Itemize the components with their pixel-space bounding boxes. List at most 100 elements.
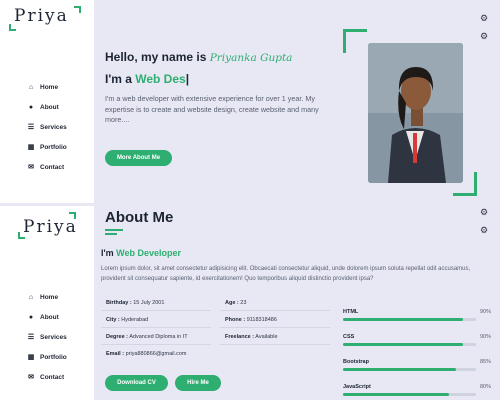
gear-icon[interactable]: ⚙ <box>480 31 488 42</box>
detail-value: 9118318486 <box>246 317 277 323</box>
portfolio-icon: ▦ <box>27 354 35 361</box>
typing-cursor: | <box>185 72 190 86</box>
skill-percent: 85% <box>479 359 491 365</box>
sidebar-home: Priya ⌂ Home ● About ☰ Services ▦ Portfolio … <box>0 0 94 206</box>
detail-label: City : <box>106 317 120 323</box>
sidebar-item-label: Home <box>40 83 59 91</box>
about-description: Lorem ipsum dolor, sit amet consectetur … <box>101 266 471 282</box>
logo-bracket-left <box>18 232 25 239</box>
detail-value: 23 <box>240 300 247 306</box>
sidebar-nav: ⌂ Home ● About ☰ Services ▦ Portfolio ✉ Conta… <box>27 77 67 177</box>
sidebar-item-label: Services <box>40 333 67 341</box>
detail-value: 15 July 2001 <box>133 300 165 306</box>
logo[interactable]: Priya <box>14 6 69 26</box>
sidebar-item-label: Contact <box>40 373 65 381</box>
skill-percent: 80% <box>479 384 491 390</box>
detail-label: Degree : <box>106 334 129 340</box>
sidebar-item-portfolio[interactable]: ▦ Portfolio <box>27 347 67 367</box>
hero-role: I'm a Web Des| <box>105 72 189 86</box>
skill-bootstrap: Bootstrap 85% <box>343 359 491 371</box>
typed-role: Web Des <box>135 72 186 86</box>
hero-name: Priyanka Gupta <box>209 52 293 64</box>
about-title: About Me <box>105 209 174 226</box>
sidebar-item-services[interactable]: ☰ Services <box>27 117 67 137</box>
skill-html: HTML 90% <box>343 309 491 321</box>
logo-bracket-right <box>74 6 81 13</box>
sidebar-about: Priya ⌂ Home ● About ☰ Services ▦ Portfolio … <box>0 206 94 400</box>
detail-label: Phone : <box>225 317 246 323</box>
sidebar-item-about[interactable]: ● About <box>27 307 67 327</box>
detail-label: Email : <box>106 351 125 357</box>
detail-label: Freelance : <box>225 334 255 340</box>
user-icon: ● <box>28 313 34 321</box>
about-role-text: Web Developer <box>116 248 182 258</box>
download-cv-button[interactable]: Download CV <box>105 375 168 391</box>
skill-css: CSS 90% <box>343 334 491 346</box>
skill-percent: 90% <box>479 309 491 315</box>
photo-frame-corner-top <box>343 29 367 53</box>
logo[interactable]: Priya <box>23 217 78 237</box>
sidebar-item-label: Services <box>40 123 67 131</box>
portfolio-icon: ▦ <box>27 144 35 151</box>
sidebar-item-about[interactable]: ● About <box>27 97 67 117</box>
detail-value: Available <box>255 334 278 340</box>
detail-row: Birthday : 15 July 2001 <box>101 297 211 311</box>
logo-bracket-left <box>9 24 16 31</box>
greeting-text: Hello, my name is <box>105 50 207 64</box>
sidebar-item-home[interactable]: ⌂ Home <box>27 287 67 307</box>
role-prefix: I'm <box>101 248 114 258</box>
skill-name: Bootstrap <box>343 359 369 365</box>
sidebar-item-contact[interactable]: ✉ Contact <box>27 367 67 387</box>
skill-bar <box>343 318 476 321</box>
skill-bar <box>343 368 476 371</box>
gear-icon[interactable]: ⚙ <box>480 13 488 24</box>
more-about-me-button[interactable]: More About Me <box>105 150 172 166</box>
role-prefix: I'm a <box>105 72 132 86</box>
profile-photo <box>368 43 463 183</box>
detail-label: Age : <box>225 300 239 306</box>
skill-javascript: JavaScript 80% <box>343 384 491 396</box>
profile-photo-image <box>368 43 463 183</box>
detail-value: Advanced Diploma in IT <box>129 334 188 340</box>
skill-name: JavaScript <box>343 384 371 390</box>
skill-name: HTML <box>343 309 359 315</box>
gear-icon[interactable]: ⚙ <box>480 225 488 236</box>
home-icon: ⌂ <box>28 83 34 91</box>
chat-icon: ✉ <box>28 374 34 381</box>
skill-percent: 90% <box>479 334 491 340</box>
detail-row: City : Hyderabad <box>101 314 211 328</box>
logo-bracket-right <box>69 212 76 219</box>
sidebar-item-services[interactable]: ☰ Services <box>27 327 67 347</box>
list-icon: ☰ <box>27 124 35 131</box>
skill-bar-fill <box>343 368 457 371</box>
detail-label: Birthday : <box>106 300 132 306</box>
user-icon: ● <box>28 103 34 111</box>
detail-row: Age : 23 <box>220 297 330 311</box>
hero-greeting: Hello, my name is Priyanka Gupta <box>105 50 292 64</box>
hire-me-button[interactable]: Hire Me <box>175 375 221 391</box>
home-icon: ⌂ <box>28 293 34 301</box>
sidebar-item-home[interactable]: ⌂ Home <box>27 77 67 97</box>
chat-icon: ✉ <box>28 164 34 171</box>
gear-icon[interactable]: ⚙ <box>480 207 488 218</box>
skill-bar-fill <box>343 343 463 346</box>
list-icon: ☰ <box>27 334 35 341</box>
sidebar-item-label: Contact <box>40 163 65 171</box>
sidebar-item-label: Portfolio <box>40 353 67 361</box>
sidebar-item-label: About <box>40 313 59 321</box>
sidebar-item-label: Portfolio <box>40 143 67 151</box>
sidebar-nav: ⌂ Home ● About ☰ Services ▦ Portfolio ✉ Conta… <box>27 287 67 387</box>
skill-name: CSS <box>343 334 355 340</box>
hero-description: I'm a web developer with extensive exper… <box>105 94 319 124</box>
title-underline <box>105 233 117 235</box>
detail-row: Freelance : Available <box>220 331 330 345</box>
skill-bar-fill <box>343 318 463 321</box>
detail-row: Email : priya880866@gmail.com <box>101 348 211 362</box>
sidebar-item-portfolio[interactable]: ▦ Portfolio <box>27 137 67 157</box>
sidebar-item-contact[interactable]: ✉ Contact <box>27 157 67 177</box>
detail-row: Phone : 9118318486 <box>220 314 330 328</box>
detail-row: Degree : Advanced Diploma in IT <box>101 331 211 345</box>
about-role: I'm Web Developer <box>101 248 181 258</box>
skill-bar <box>343 343 476 346</box>
detail-value: Hyderabad <box>121 317 149 323</box>
